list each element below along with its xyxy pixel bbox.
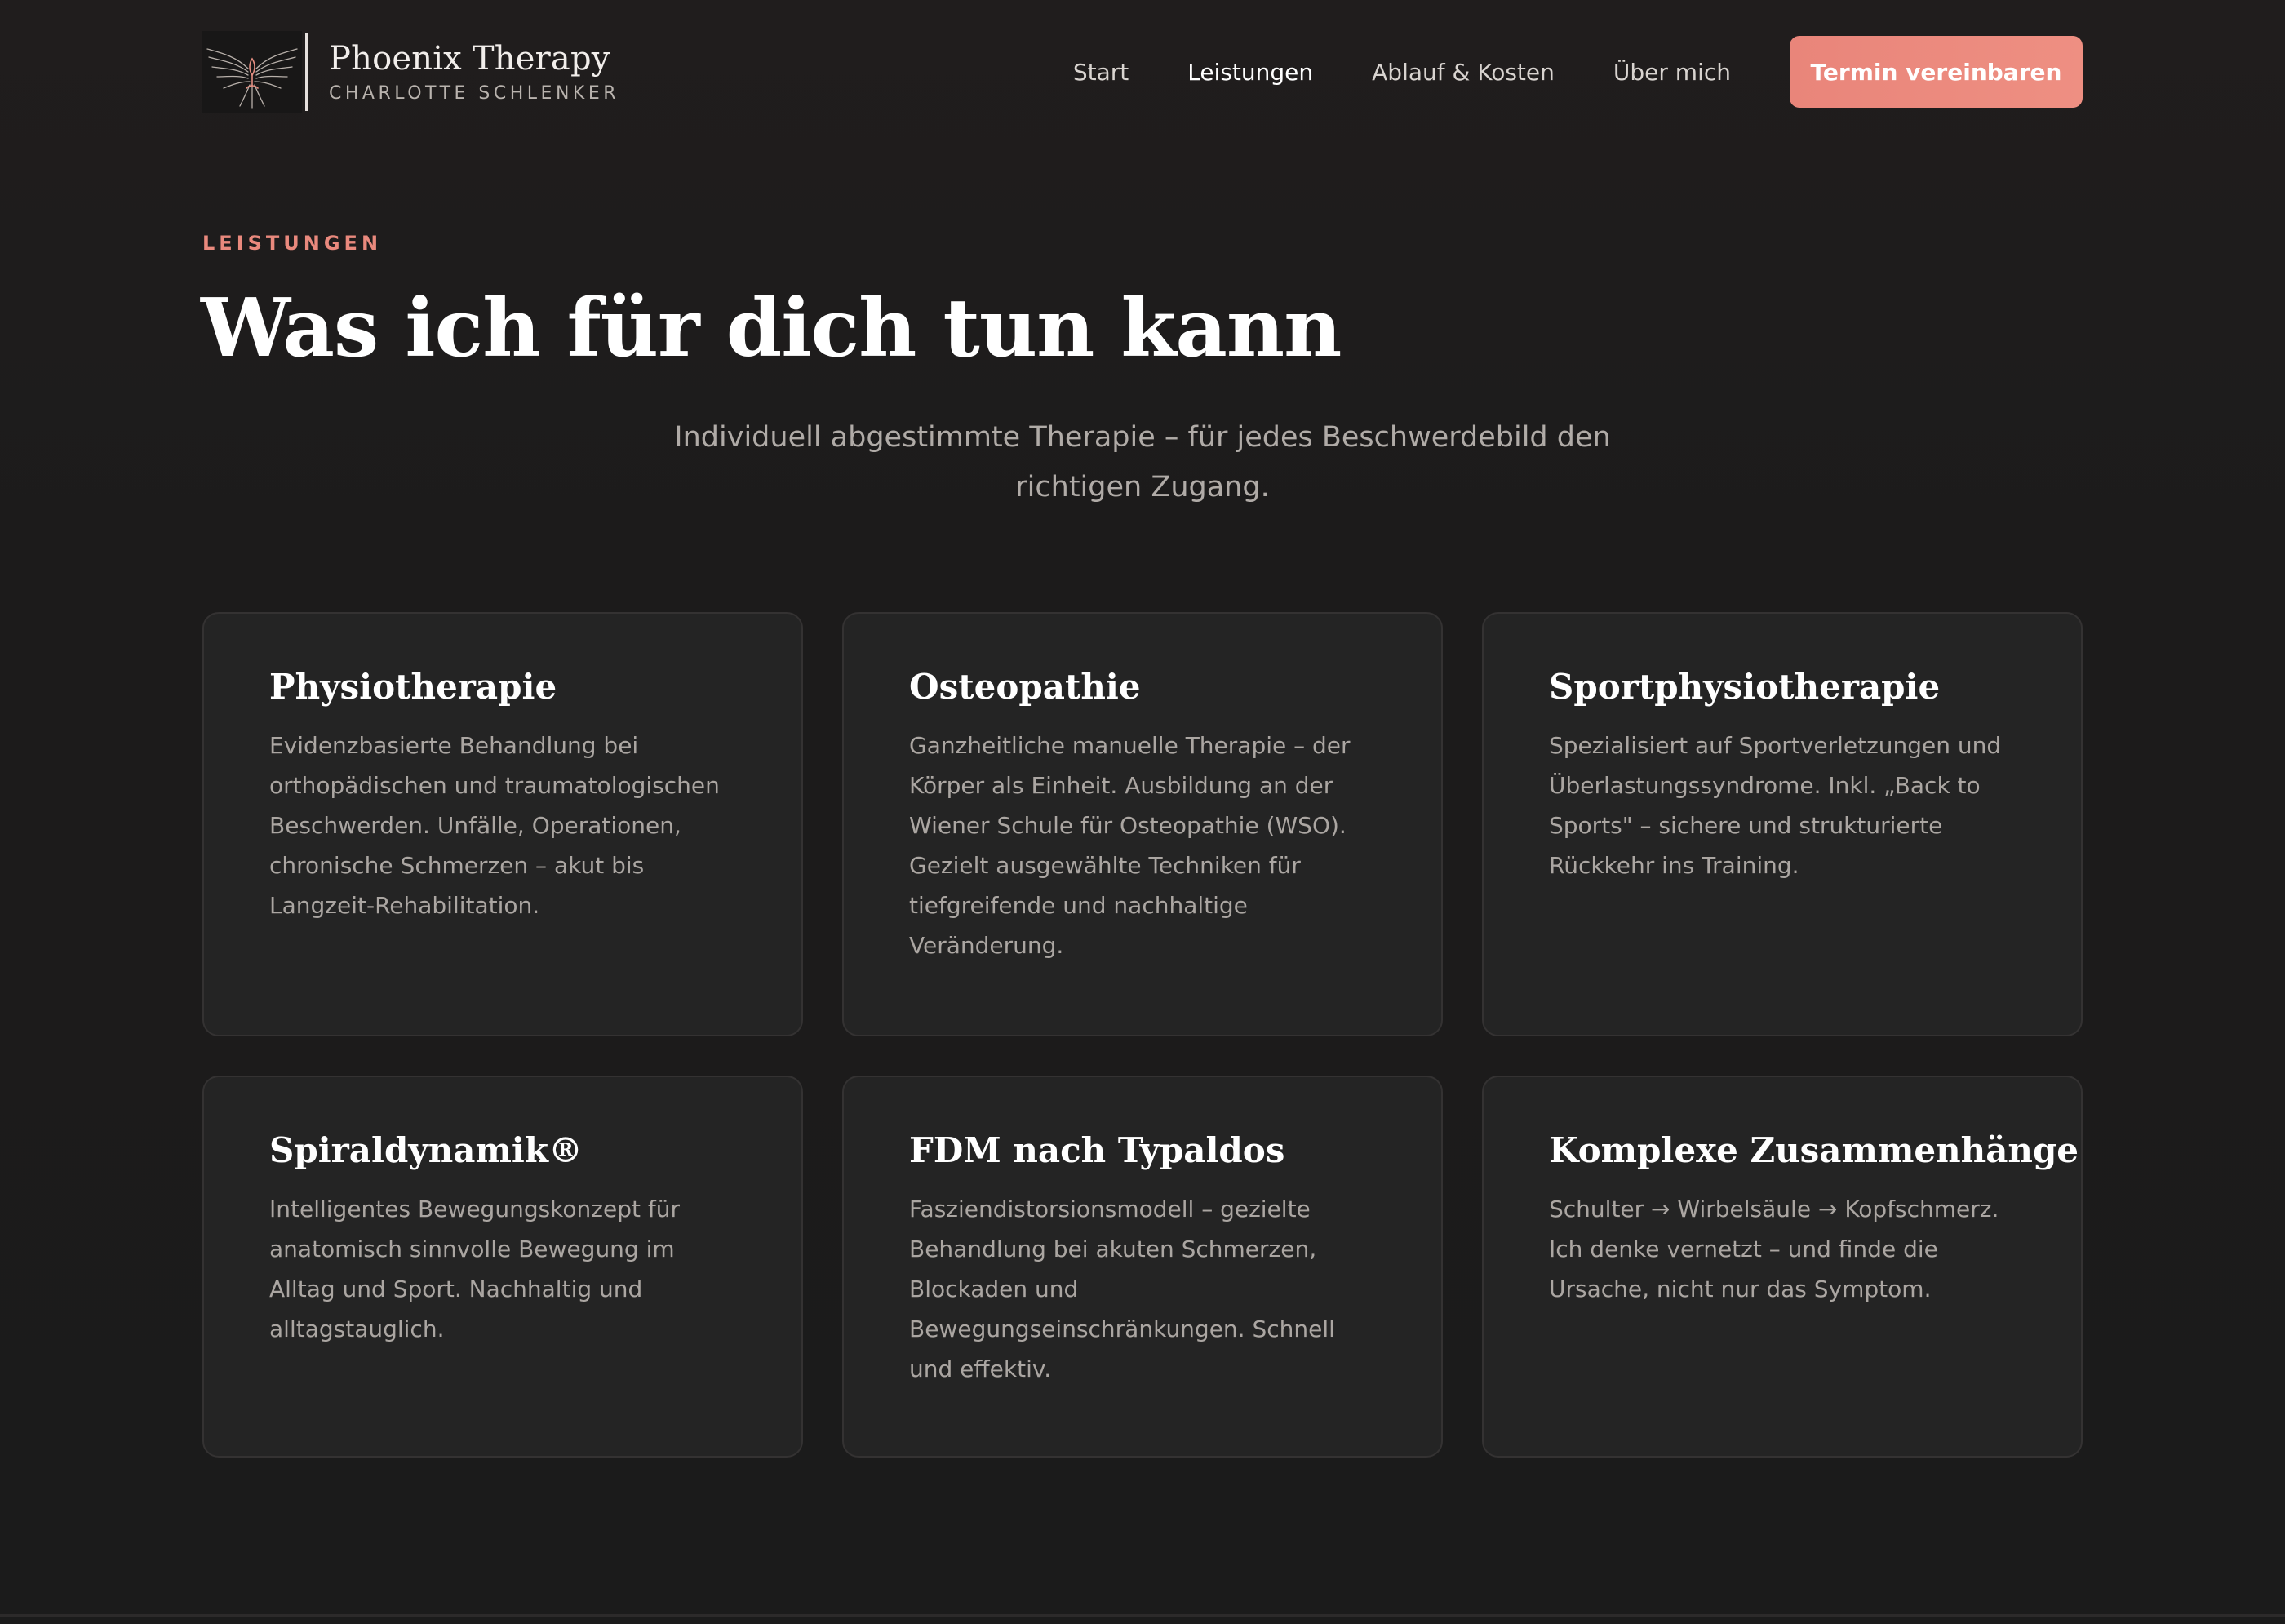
phoenix-logo-icon — [202, 31, 302, 113]
service-card-osteopathie: Osteopathie Ganzheitliche manuelle Thera… — [842, 612, 1443, 1036]
section-subtitle: Individuell abgestimmte Therapie – für j… — [674, 421, 1611, 504]
card-title: Physiotherapie — [269, 667, 557, 707]
card-description: Spezialisiert auf Sportverletzungen und … — [1549, 731, 2002, 879]
service-card-sportphysiotherapie: Sportphysiotherapie Spezialisiert auf Sp… — [1482, 612, 2083, 1036]
services-grid: Physiotherapie Evidenzbasierte Behandlun… — [202, 612, 2083, 1458]
book-appointment-button[interactable]: Termin vereinbaren — [1790, 36, 2083, 108]
nav-link-ueber-mich[interactable]: Über mich — [1613, 59, 1731, 86]
section-divider — [0, 1614, 2285, 1617]
service-card-physiotherapie: Physiotherapie Evidenzbasierte Behandlun… — [202, 612, 803, 1036]
site-header: Phoenix Therapy CHARLOTTE SCHLENKER Star… — [202, 31, 2083, 113]
nav-link-start[interactable]: Start — [1073, 59, 1129, 86]
service-card-komplexe-zusammenhaenge: Komplexe Zusammenhänge Schulter → Wirbel… — [1482, 1076, 2083, 1458]
nav-link-ablauf-kosten[interactable]: Ablauf & Kosten — [1372, 59, 1555, 86]
section-eyebrow: LEISTUNGEN — [202, 232, 383, 255]
card-title: FDM nach Typaldos — [909, 1130, 1285, 1170]
card-title: Sportphysiotherapie — [1549, 667, 1941, 707]
brand-divider — [305, 33, 308, 111]
card-title: Komplexe Zusammenhänge — [1549, 1130, 2079, 1170]
card-description: Evidenzbasierte Behandlung bei orthopädi… — [269, 731, 720, 919]
brand-text: Phoenix Therapy CHARLOTTE SCHLENKER — [329, 41, 619, 104]
brand[interactable]: Phoenix Therapy CHARLOTTE SCHLENKER — [202, 31, 619, 113]
page-title: Was ich für dich tun kann — [201, 282, 1342, 375]
service-card-fdm: FDM nach Typaldos Fasziendistorsionsmode… — [842, 1076, 1443, 1458]
nav-link-leistungen[interactable]: Leistungen — [1187, 59, 1313, 86]
brand-subtitle: CHARLOTTE SCHLENKER — [329, 82, 620, 104]
service-card-spiraldynamik: Spiraldynamik® Intelligentes Bewegungsko… — [202, 1076, 803, 1458]
card-description: Schulter → Wirbelsäule → Kopfschmerz. Ic… — [1549, 1195, 1999, 1302]
card-description: Intelligentes Bewegungskonzept für anato… — [269, 1195, 680, 1342]
brand-name: Phoenix Therapy — [329, 39, 610, 78]
card-description: Ganzheitliche manuelle Therapie – der Kö… — [909, 731, 1351, 959]
card-description: Fasziendistorsionsmodell – gezielte Beha… — [909, 1195, 1335, 1382]
card-title: Osteopathie — [909, 667, 1141, 707]
card-title: Spiraldynamik® — [269, 1130, 583, 1170]
main-nav: Start Leistungen Ablauf & Kosten Über mi… — [1073, 36, 2083, 108]
